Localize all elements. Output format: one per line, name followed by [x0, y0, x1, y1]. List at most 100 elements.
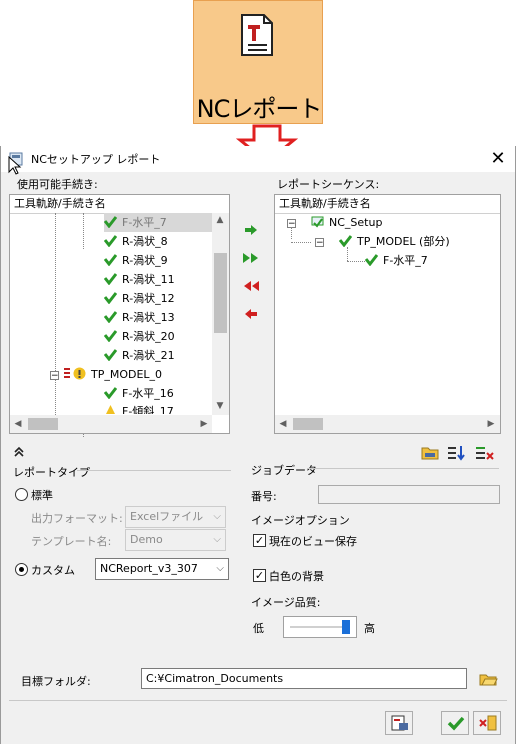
image-quality-label: イメージ品質: [251, 596, 321, 609]
scrollbar-thumb[interactable] [28, 418, 58, 430]
custom-label: カスタム [31, 564, 75, 577]
check-icon [365, 254, 378, 266]
image-quality-slider[interactable] [283, 616, 357, 638]
low-label: 低 [253, 622, 264, 635]
check-icon [104, 349, 117, 361]
check-icon [104, 387, 117, 399]
tree-item[interactable]: F-水平_16 [104, 384, 174, 403]
check-icon [339, 235, 352, 247]
check-icon [104, 273, 117, 285]
template-select[interactable]: Demo ⌵ [125, 529, 226, 551]
number-field[interactable] [318, 485, 500, 504]
output-format-select[interactable]: Excelファイル (*.x⌵ [125, 506, 226, 543]
remove-all-arrow-icon[interactable] [242, 280, 260, 292]
close-button[interactable]: ✕ [487, 148, 509, 170]
browse-folder-icon[interactable] [477, 668, 499, 690]
scroll-right-arrow[interactable]: ▶ [483, 419, 499, 429]
tree-item[interactable]: R-渦状_21 [104, 346, 175, 365]
job-data-label: ジョブデータ [251, 464, 317, 477]
tree-item[interactable]: R-渦状_12 [104, 289, 175, 308]
standard-label: 標準 [31, 489, 53, 502]
white-background-checkbox[interactable]: ✓ [253, 569, 266, 582]
ok-button[interactable] [441, 711, 469, 735]
check-icon [104, 235, 117, 247]
custom-report-select[interactable]: NCReport_v3_307 ⌵ [95, 558, 229, 580]
scroll-up-arrow[interactable]: ▲ [212, 215, 228, 225]
list-icon [64, 368, 70, 378]
report-type-label: レポートタイプ [13, 466, 90, 479]
check-icon [104, 330, 117, 342]
sequence-column-header: 工具軌跡/手続き名 [275, 195, 500, 214]
clear-list-icon[interactable] [473, 442, 495, 464]
tree-item[interactable]: R-渦状_8 [104, 232, 168, 251]
mouse-cursor-icon [8, 156, 22, 175]
report-preview-icon [391, 715, 408, 731]
template-label: テンプレート名: [31, 535, 112, 548]
number-label: 番号: [251, 490, 277, 503]
warning-icon [106, 405, 115, 414]
slider-thumb[interactable] [342, 620, 351, 634]
chevron-down-icon: ⌵ [213, 534, 221, 545]
tree-item[interactable]: R-渦状_11 [104, 270, 175, 289]
title-bar: NCセットアップ レポート ✕ [1, 146, 515, 172]
save-current-view-label: 現在のビュー保存 [269, 535, 357, 548]
custom-radio[interactable] [15, 563, 28, 576]
save-current-view-checkbox[interactable]: ✓ [253, 534, 266, 547]
available-column-header: 工具軌跡/手続き名 [10, 195, 229, 214]
standard-radio[interactable] [15, 488, 28, 501]
chevron-down-icon: ⌵ [216, 563, 224, 574]
scroll-down-arrow[interactable]: ▼ [212, 401, 228, 411]
nc-setup-icon [311, 216, 324, 228]
add-arrow-icon[interactable] [244, 224, 258, 236]
image-options-label: イメージオプション [251, 514, 350, 527]
available-procedures-tree[interactable]: 工具軌跡/手続き名 F-水平_7 R-渦状_8 R-渦状_9 R-渦状_11 R… [9, 194, 230, 437]
nc-setup-report-dialog: NCセットアップ レポート ✕ 使用可能手続き: レポートシーケンス: 工具軌跡… [0, 146, 516, 744]
scroll-right-arrow[interactable]: ▶ [196, 419, 212, 429]
output-format-label: 出力フォーマット: [31, 512, 123, 525]
tree-item[interactable]: F-傾斜_17 [104, 402, 174, 414]
sequence-model-node[interactable]: TP_MODEL (部分) [339, 232, 450, 251]
scrollbar-thumb[interactable] [214, 253, 227, 333]
generate-report-button[interactable] [385, 711, 413, 735]
collapse-toggle[interactable]: − [50, 371, 59, 381]
sort-icon[interactable] [445, 442, 467, 464]
sequence-leaf[interactable]: F-水平_7 [365, 251, 428, 270]
tree-model-node[interactable]: TP_MODEL_0 [64, 365, 162, 384]
scroll-left-arrow[interactable]: ◀ [10, 419, 26, 429]
scroll-left-arrow[interactable]: ◀ [275, 419, 291, 429]
collapse-options-icon[interactable] [13, 446, 25, 458]
tree-item[interactable]: R-渦状_20 [104, 327, 175, 346]
report-document-icon [241, 14, 273, 56]
warning-icon [73, 367, 86, 380]
horizontal-scrollbar[interactable]: ◀ ▶ [10, 415, 212, 433]
available-group-label: 使用可能手続き: [17, 178, 98, 191]
target-folder-label: 目標フォルダ: [21, 675, 91, 688]
collapse-toggle[interactable]: − [315, 238, 324, 248]
open-folder-icon[interactable] [419, 442, 441, 464]
tree-item[interactable]: R-渦状_13 [104, 308, 175, 327]
tree-item[interactable]: R-渦状_9 [104, 251, 168, 270]
tree-item[interactable]: F-水平_7 [104, 213, 212, 232]
check-icon [104, 292, 117, 304]
sequence-root[interactable]: NC_Setup [311, 213, 382, 232]
check-icon [104, 311, 117, 323]
remove-arrow-icon[interactable] [244, 308, 258, 320]
check-icon [104, 216, 117, 228]
target-folder-field[interactable]: C:¥Cimatron_Documents [141, 668, 467, 689]
add-all-arrow-icon[interactable] [242, 252, 260, 264]
high-label: 高 [364, 622, 375, 635]
dialog-title: NCセットアップ レポート [31, 153, 161, 166]
white-background-label: 白色の背景 [269, 570, 324, 583]
exit-button[interactable] [473, 711, 501, 735]
chevron-down-icon: ⌵ [213, 511, 221, 522]
vertical-scrollbar[interactable]: ▲ ▼ [212, 213, 229, 415]
check-icon [104, 254, 117, 266]
horizontal-scrollbar[interactable]: ◀ ▶ [275, 415, 500, 433]
sequence-group-label: レポートシーケンス: [277, 178, 380, 191]
check-icon [447, 716, 465, 731]
scrollbar-thumb[interactable] [293, 418, 323, 430]
nc-report-launcher-button[interactable]: NCレポート [193, 0, 323, 124]
launcher-label: NCレポート [196, 95, 323, 123]
exit-icon [479, 715, 497, 731]
report-sequence-tree[interactable]: 工具軌跡/手続き名 − NC_Setup − TP_MODEL (部分) F-水… [274, 194, 501, 434]
